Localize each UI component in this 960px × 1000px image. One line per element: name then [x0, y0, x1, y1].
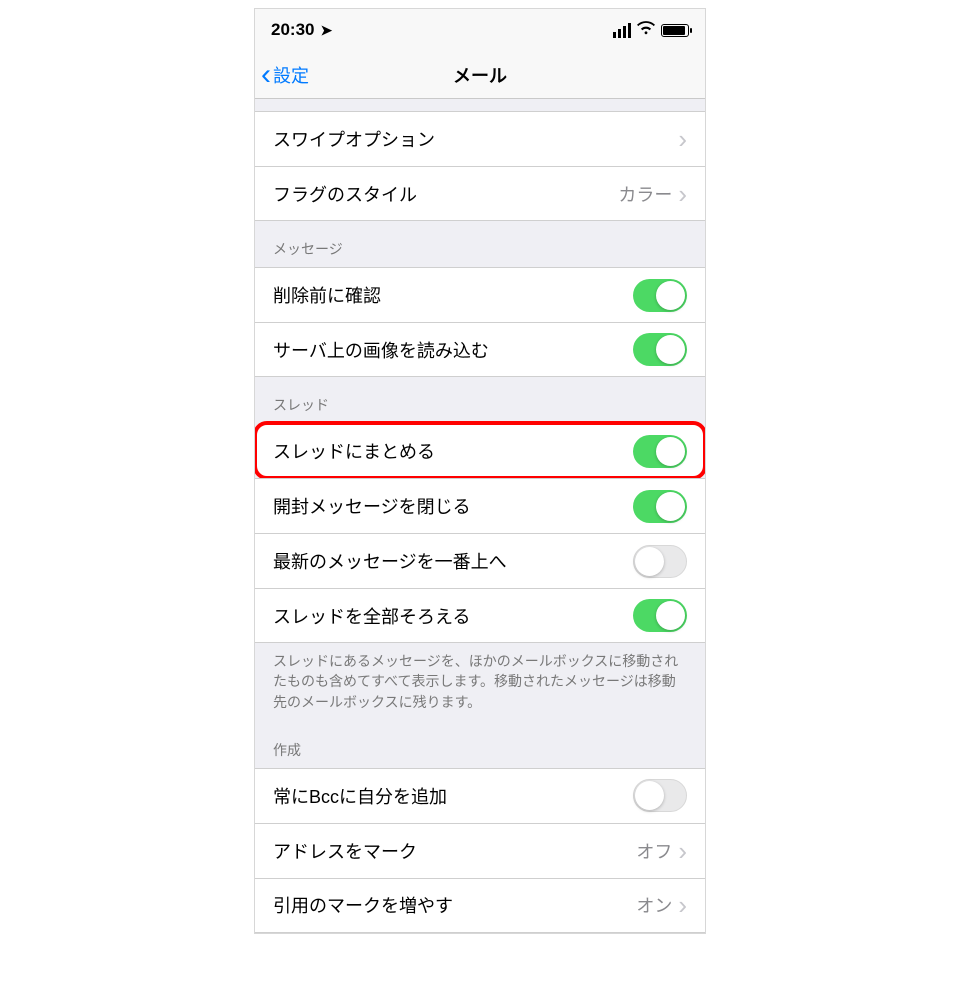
page-title: メール: [255, 62, 705, 88]
section-header-compose: 作成: [255, 722, 705, 768]
wifi-icon: [637, 21, 655, 40]
row-label: 削除前に確認: [273, 282, 633, 308]
toggle-load-remote-images[interactable]: [633, 333, 687, 366]
toggle-collapse-read[interactable]: [633, 490, 687, 523]
row-label: サーバ上の画像を読み込む: [273, 337, 633, 363]
row-detail: カラー: [618, 181, 672, 207]
row-label: 引用のマークを増やす: [273, 892, 636, 918]
back-label: 設定: [273, 62, 309, 88]
toggle-ask-before-delete[interactable]: [633, 279, 687, 312]
row-recent-on-top: 最新のメッセージを一番上へ: [255, 533, 705, 588]
section-footer-thread: スレッドにあるメッセージを、ほかのメールボックスに移動されたものも含めてすべて表…: [255, 643, 705, 722]
row-label: アドレスをマーク: [273, 838, 636, 864]
cellular-signal-icon: [613, 23, 631, 38]
toggle-recent-on-top[interactable]: [633, 545, 687, 578]
toggle-always-bcc-myself[interactable]: [633, 779, 687, 812]
row-flag-style[interactable]: フラグのスタイル カラー ›: [255, 166, 705, 221]
chevron-right-icon: ›: [678, 838, 687, 864]
group-compose: 常にBccに自分を追加 アドレスをマーク オフ › 引用のマークを増やす オン …: [255, 768, 705, 933]
row-always-bcc-myself: 常にBccに自分を追加: [255, 768, 705, 823]
phone-frame: 20:30 ➤ ‹ 設定 メール スワイプオプション › フラグのスタイル カラ…: [254, 8, 706, 934]
back-button[interactable]: ‹ 設定: [261, 60, 309, 90]
row-mark-addresses[interactable]: アドレスをマーク オフ ›: [255, 823, 705, 878]
row-detail: オフ: [636, 838, 672, 864]
nav-bar: ‹ 設定 メール: [255, 51, 705, 99]
row-collapse-read: 開封メッセージを閉じる: [255, 478, 705, 533]
status-bar: 20:30 ➤: [255, 9, 705, 51]
group-general: スワイプオプション › フラグのスタイル カラー ›: [255, 111, 705, 221]
row-increase-quote-level[interactable]: 引用のマークを増やす オン ›: [255, 878, 705, 933]
status-bar-right: [613, 21, 689, 40]
row-label: スワイプオプション: [273, 126, 678, 152]
row-complete-threads: スレッドを全部そろえる: [255, 588, 705, 643]
row-label: スレッドを全部そろえる: [273, 603, 633, 629]
section-header-message: メッセージ: [255, 221, 705, 267]
status-time: 20:30: [271, 20, 314, 40]
location-icon: ➤: [320, 22, 332, 39]
section-header-thread: スレッド: [255, 377, 705, 423]
status-bar-left: 20:30 ➤: [271, 20, 332, 40]
row-label: 開封メッセージを閉じる: [273, 493, 633, 519]
row-load-remote-images: サーバ上の画像を読み込む: [255, 322, 705, 377]
chevron-right-icon: ›: [678, 892, 687, 918]
group-thread: スレッドにまとめる 開封メッセージを閉じる 最新のメッセージを一番上へ スレッド…: [255, 423, 705, 643]
row-ask-before-delete: 削除前に確認: [255, 267, 705, 322]
chevron-left-icon: ‹: [261, 60, 271, 90]
battery-icon: [661, 24, 689, 37]
row-label: スレッドにまとめる: [273, 438, 633, 464]
toggle-organize-by-thread[interactable]: [633, 435, 687, 468]
row-detail: オン: [636, 892, 672, 918]
row-swipe-options[interactable]: スワイプオプション ›: [255, 111, 705, 166]
row-label: 常にBccに自分を追加: [273, 783, 633, 809]
row-organize-by-thread: スレッドにまとめる: [255, 423, 705, 478]
chevron-right-icon: ›: [678, 126, 687, 152]
row-label: フラグのスタイル: [273, 181, 618, 207]
toggle-complete-threads[interactable]: [633, 599, 687, 632]
group-message: 削除前に確認 サーバ上の画像を読み込む: [255, 267, 705, 377]
chevron-right-icon: ›: [678, 181, 687, 207]
row-label: 最新のメッセージを一番上へ: [273, 548, 633, 574]
